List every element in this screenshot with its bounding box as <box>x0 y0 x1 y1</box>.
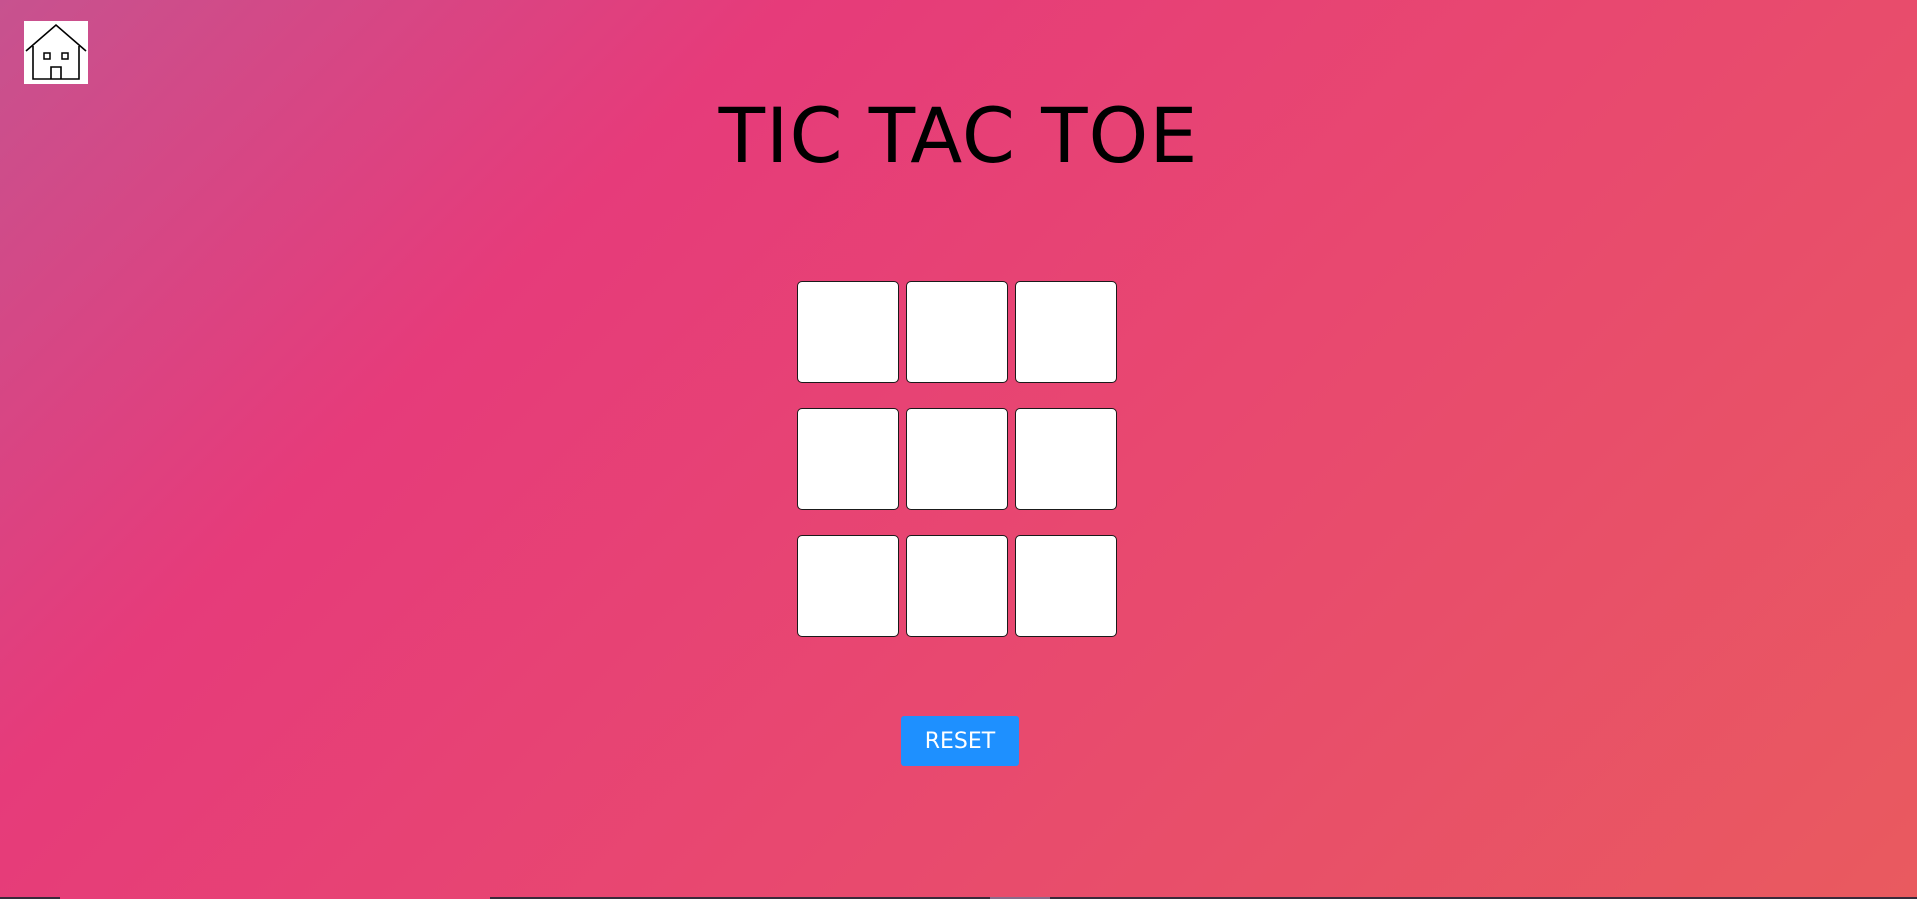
home-button[interactable] <box>24 21 88 84</box>
board-cell-1-1[interactable] <box>797 281 899 383</box>
board-cell-3-1[interactable] <box>797 535 899 637</box>
board-cell-2-2[interactable] <box>906 408 1008 510</box>
board-cell-2-1[interactable] <box>797 408 899 510</box>
board-cell-2-3[interactable] <box>1015 408 1117 510</box>
board-cell-3-2[interactable] <box>906 535 1008 637</box>
board-row-3 <box>797 535 1123 637</box>
game-board <box>797 281 1123 662</box>
home-icon <box>25 23 87 80</box>
reset-button[interactable]: RESET <box>901 716 1019 766</box>
board-row-1 <box>797 281 1123 383</box>
board-cell-3-3[interactable] <box>1015 535 1117 637</box>
board-cell-1-2[interactable] <box>906 281 1008 383</box>
board-cell-1-3[interactable] <box>1015 281 1117 383</box>
page-title: TIC TAC TOE <box>718 91 1199 180</box>
board-row-2 <box>797 408 1123 510</box>
